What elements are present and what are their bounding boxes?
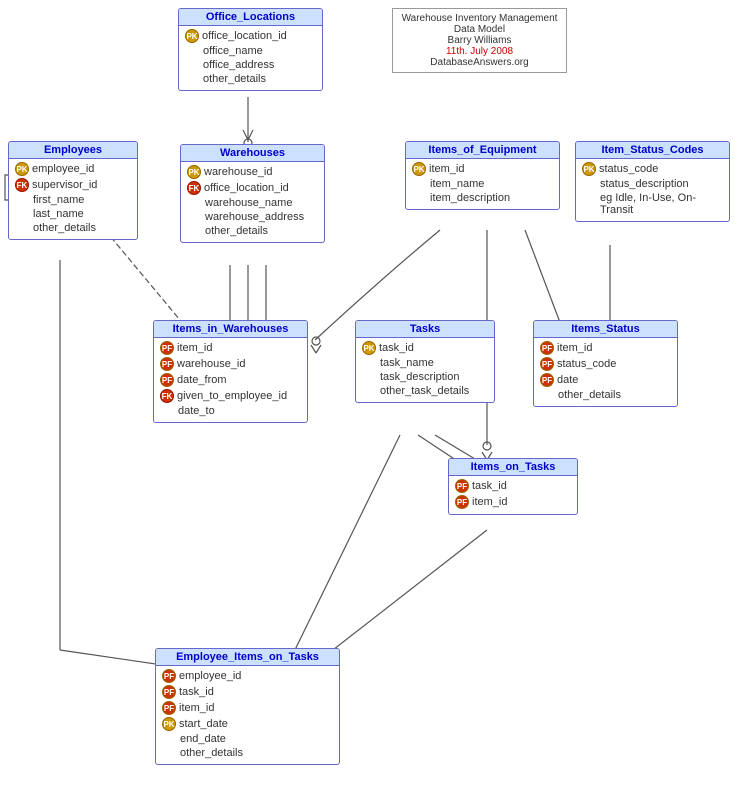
entity-office-locations: Office_Locations PKoffice_location_id of… <box>178 8 323 91</box>
entity-items-in-warehouses: Items_in_Warehouses PFitem_id PFwarehous… <box>153 320 308 423</box>
entity-warehouses-header: Warehouses <box>181 145 324 162</box>
entity-items-on-tasks-header: Items_on_Tasks <box>449 459 577 476</box>
entity-items-of-equipment-header: Items_of_Equipment <box>406 142 559 159</box>
entity-item-status-codes-header: Item_Status_Codes <box>576 142 729 159</box>
entity-employee-items-on-tasks: Employee_Items_on_Tasks PFemployee_id PF… <box>155 648 340 765</box>
info-line2: Data Model <box>401 24 558 35</box>
info-line5: DatabaseAnswers.org <box>401 57 558 68</box>
entity-item-status-codes: Item_Status_Codes PKstatus_code status_d… <box>575 141 730 222</box>
entity-employee-items-on-tasks-header: Employee_Items_on_Tasks <box>156 649 339 666</box>
entity-warehouses: Warehouses PKwarehouse_id FKoffice_locat… <box>180 144 325 243</box>
entity-employees-header: Employees <box>9 142 137 159</box>
entity-items-of-equipment: Items_of_Equipment PKitem_id item_name i… <box>405 141 560 210</box>
info-line3: Barry Williams <box>401 35 558 46</box>
entity-employees: Employees PKemployee_id FKsupervisor_id … <box>8 141 138 240</box>
info-box: Warehouse Inventory Management Data Mode… <box>392 8 567 73</box>
diagram: Warehouse Inventory Management Data Mode… <box>0 0 735 792</box>
info-line1: Warehouse Inventory Management <box>401 13 558 24</box>
entity-items-status-header: Items_Status <box>534 321 677 338</box>
entity-tasks: Tasks PKtask_id task_name task_descripti… <box>355 320 495 403</box>
entity-items-in-warehouses-header: Items_in_Warehouses <box>154 321 307 338</box>
entity-items-status: Items_Status PFitem_id PFstatus_code PFd… <box>533 320 678 407</box>
info-line4: 11th. July 2008 <box>401 46 558 57</box>
entity-items-on-tasks: Items_on_Tasks PFtask_id PFitem_id <box>448 458 578 515</box>
entity-office-locations-header: Office_Locations <box>179 9 322 26</box>
entity-tasks-header: Tasks <box>356 321 494 338</box>
